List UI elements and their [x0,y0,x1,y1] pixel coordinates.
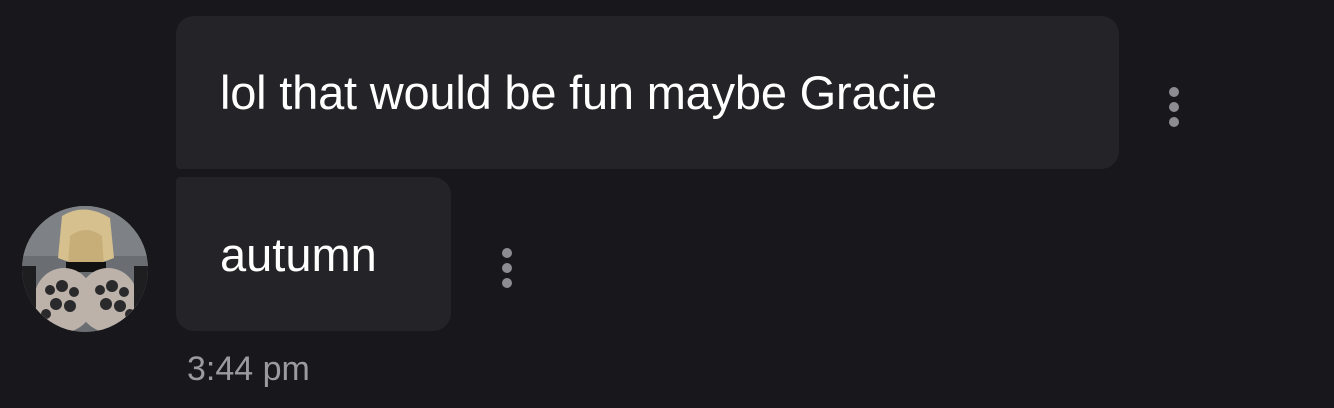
message-bubble[interactable]: lol that would be fun maybe Gracie [176,16,1119,169]
message-timestamp: 3:44 pm [187,350,310,388]
more-options-icon[interactable] [1168,87,1180,127]
chat-screen: lol that would be fun maybe Gracie autum… [0,0,1334,408]
more-options-icon[interactable] [501,248,513,288]
message-text: autumn [220,227,377,281]
message-bubble[interactable]: autumn [176,177,451,331]
avatar[interactable] [22,206,148,332]
message-text: lol that would be fun maybe Gracie [220,66,937,119]
avatar-image [22,206,148,332]
